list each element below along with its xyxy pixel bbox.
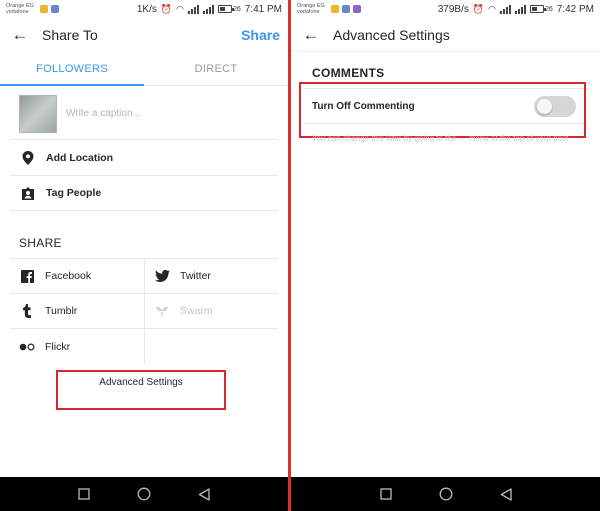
- facebook-label: Facebook: [45, 270, 92, 282]
- swarm-label: Swarm: [180, 305, 213, 317]
- recent-apps-icon[interactable]: [379, 487, 393, 501]
- home-icon[interactable]: [137, 487, 151, 501]
- location-pin-icon: [20, 150, 36, 166]
- advanced-settings-screen: Orange EG vodafone 379B/s ⏰ ◠ 26 7:42 PM…: [291, 0, 600, 511]
- network-speed: 379B/s: [437, 3, 469, 15]
- battery-icon: [529, 5, 546, 13]
- battery-level: 26: [544, 5, 553, 13]
- back-arrow-icon[interactable]: ←: [301, 25, 321, 45]
- carrier-info: Orange EG vodafone: [297, 3, 327, 15]
- share-facebook[interactable]: Facebook: [10, 259, 144, 294]
- advanced-settings-link[interactable]: Advanced Settings: [56, 370, 226, 410]
- messenger-notification-icon: [342, 5, 350, 13]
- page-title: Advanced Settings: [333, 26, 450, 43]
- signal-icon: [187, 4, 199, 14]
- status-right: 1K/s ⏰ ◠ 26 7:41 PM: [137, 4, 282, 15]
- add-location-label: Add Location: [46, 152, 114, 164]
- alarm-icon: ⏰: [160, 3, 173, 14]
- commenting-hint: You can change this later by going to th…: [312, 134, 571, 143]
- home-icon[interactable]: [439, 487, 453, 501]
- caption-input[interactable]: [66, 108, 246, 119]
- tumblr-icon: [19, 303, 35, 319]
- tumblr-label: Tumblr: [45, 305, 78, 317]
- app-notification-icon: [353, 5, 361, 13]
- top-bar: ← Advanced Settings: [291, 18, 600, 52]
- carrier-info: Orange EG vodafone: [6, 3, 36, 15]
- wifi-icon: ◠: [176, 3, 184, 14]
- share-tumblr[interactable]: Tumblr: [10, 294, 144, 329]
- image-notification-icon: [40, 5, 48, 13]
- status-right: 379B/s ⏰ ◠ 26 7:42 PM: [438, 4, 594, 15]
- share-to-screen: Orange EG vodafone 1K/s ⏰ ◠ 26 7:41 PM ←…: [0, 0, 288, 511]
- tag-people-label: Tag People: [46, 187, 102, 199]
- notification-icons: [40, 5, 59, 13]
- carrier-name-secondary: vodafone: [297, 9, 320, 15]
- tag-person-icon: [20, 185, 36, 201]
- share-targets-grid: Facebook Twitter Tumblr Swarm Flickr: [10, 258, 278, 364]
- add-location-row[interactable]: Add Location: [10, 141, 278, 176]
- twitter-icon: [154, 268, 170, 284]
- battery-icon: [217, 5, 234, 13]
- tab-direct[interactable]: DIRECT: [144, 52, 288, 85]
- status-time: 7:42 PM: [556, 3, 594, 15]
- recent-apps-icon[interactable]: [77, 487, 91, 501]
- wifi-icon: ◠: [488, 3, 496, 14]
- share-empty-cell: [144, 329, 278, 364]
- signal-icon: [499, 4, 511, 14]
- post-thumbnail: [19, 94, 57, 133]
- share-twitter[interactable]: Twitter: [144, 259, 278, 294]
- comments-section-heading: COMMENTS: [312, 66, 385, 80]
- alarm-icon: ⏰: [472, 3, 485, 14]
- notification-icons: [331, 5, 361, 13]
- network-speed: 1K/s: [136, 3, 157, 15]
- flickr-icon: [19, 339, 35, 355]
- top-bar: ← Share To Share: [0, 18, 288, 52]
- system-nav-bar: [291, 477, 600, 511]
- facebook-icon: [19, 268, 35, 284]
- system-nav-bar: [0, 477, 288, 511]
- twitter-label: Twitter: [180, 270, 211, 282]
- back-icon[interactable]: [197, 487, 211, 501]
- audience-tabs: FOLLOWERS DIRECT: [0, 52, 288, 86]
- image-notification-icon: [331, 5, 339, 13]
- highlight-box: [299, 82, 586, 138]
- signal-icon-secondary: [514, 4, 526, 14]
- share-section-heading: SHARE: [19, 236, 62, 250]
- status-time: 7:41 PM: [244, 3, 282, 15]
- tag-people-row[interactable]: Tag People: [10, 176, 278, 211]
- battery-level: 26: [232, 5, 241, 13]
- messenger-notification-icon: [51, 5, 59, 13]
- back-icon[interactable]: [499, 487, 513, 501]
- back-arrow-icon[interactable]: ←: [10, 25, 30, 45]
- signal-icon-secondary: [202, 4, 214, 14]
- share-flickr[interactable]: Flickr: [10, 329, 144, 364]
- caption-row: [10, 88, 278, 140]
- page-title: Share To: [42, 27, 98, 43]
- swarm-icon: [154, 303, 170, 319]
- carrier-name-secondary: vodafone: [6, 9, 29, 15]
- share-swarm[interactable]: Swarm: [144, 294, 278, 329]
- status-bar: Orange EG vodafone 1K/s ⏰ ◠ 26 7:41 PM: [0, 0, 288, 18]
- share-button[interactable]: Share: [241, 27, 280, 43]
- flickr-label: Flickr: [45, 340, 71, 353]
- status-bar: Orange EG vodafone 379B/s ⏰ ◠ 26 7:42 PM: [291, 0, 600, 18]
- tab-followers[interactable]: FOLLOWERS: [0, 52, 144, 86]
